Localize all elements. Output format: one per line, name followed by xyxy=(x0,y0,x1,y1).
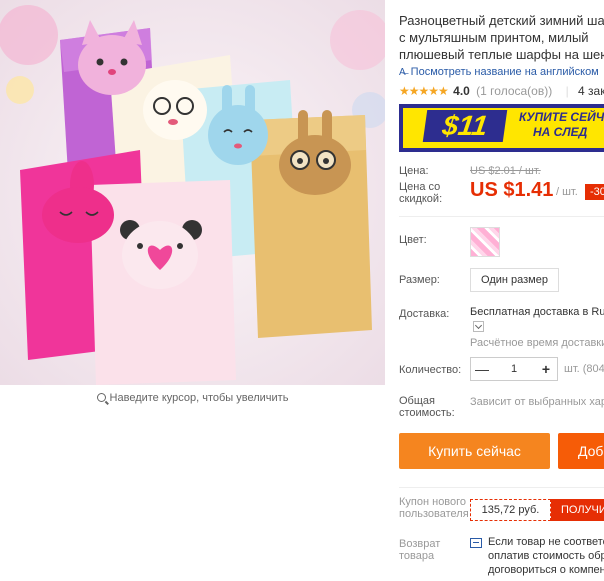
product-title: Разноцветный детский зимний шарф с мульт… xyxy=(399,13,604,62)
current-price: US $1.41 xyxy=(470,179,554,201)
rating-votes-link[interactable]: (1 голоса(ов)) xyxy=(476,84,552,98)
returns-label: Возврат товара xyxy=(399,538,441,562)
promo-text: КУПИТЕ СЕЙЧ НА СЛЕД xyxy=(519,110,604,140)
old-price: US $2.01 / шт. xyxy=(470,165,541,177)
shipping-time: Расчётное время доставки: xyxy=(470,337,604,349)
get-coupon-button[interactable]: ПОЛУЧИ xyxy=(551,499,604,521)
quantity-available: шт. (804 xyxy=(564,363,604,375)
quantity-label: Количество: xyxy=(399,364,462,376)
price-label: Цена: xyxy=(399,165,429,177)
promo-line-2: НА СЛЕД xyxy=(533,125,588,139)
return-policy-icon xyxy=(470,538,482,548)
coupon-label: Купон нового пользователя xyxy=(399,496,469,520)
translate-link-text[interactable]: Посмотреть название на английском xyxy=(411,66,599,78)
rating-row: ★★★★★ 4.0 (1 голоса(ов)) | 4 зака xyxy=(399,84,604,98)
color-label: Цвет: xyxy=(399,234,427,246)
returns-line-2: оплатив стоимость обра xyxy=(488,550,604,562)
magnifier-icon xyxy=(96,393,106,402)
size-label: Размер: xyxy=(399,274,440,286)
quantity-stepper: — 1 + xyxy=(470,357,558,381)
scarves-photo xyxy=(0,0,385,385)
rating-score: 4.0 xyxy=(453,84,470,98)
quantity-minus-button[interactable]: — xyxy=(471,358,493,380)
promo-banner[interactable]: $11 КУПИТЕ СЕЙЧ НА СЛЕД xyxy=(399,104,604,152)
shipping-text: Бесплатная доставка в Ru xyxy=(470,306,604,318)
returns-text: Если товар не соответст оплатив стоимост… xyxy=(488,535,604,577)
coupon-amount: 135,72 руб. xyxy=(470,499,551,521)
promo-amount: $11 xyxy=(422,110,508,142)
quantity-input[interactable]: 1 xyxy=(493,358,535,380)
returns-line-3: договориться о компен xyxy=(488,564,604,576)
size-option-button[interactable]: Один размер xyxy=(470,268,559,292)
shipping-label: Доставка: xyxy=(399,308,450,320)
discount-price-label: Цена со скидкой: xyxy=(399,181,443,205)
orders-count: 4 зака xyxy=(578,84,604,98)
promo-line-1: КУПИТЕ СЕЙЧ xyxy=(519,110,604,124)
zoom-hint-text: Наведите курсор, чтобы увеличить xyxy=(109,392,289,404)
discount-badge: -30% xyxy=(585,184,604,200)
color-swatch[interactable] xyxy=(470,227,500,257)
buy-now-button[interactable]: Купить сейчас xyxy=(399,433,550,469)
rating-stars-icon: ★★★★★ xyxy=(399,84,449,98)
returns-line-1: Если товар не соответст xyxy=(488,536,604,548)
divider xyxy=(399,216,604,217)
chevron-down-icon[interactable] xyxy=(473,321,484,332)
total-label: Общая стоимость: xyxy=(399,395,455,419)
price-unit: / шт. xyxy=(556,186,578,198)
translate-link[interactable]: A̶ Посмотреть название на английском xyxy=(399,66,599,78)
divider xyxy=(399,487,604,488)
rating-divider: | xyxy=(565,84,569,98)
zoom-hint: Наведите курсор, чтобы увеличить xyxy=(0,392,385,404)
add-to-cart-button[interactable]: Доб xyxy=(558,433,604,469)
translate-icon: A̶ xyxy=(399,67,406,78)
product-info: Разноцветный детский зимний шарф с мульт… xyxy=(399,0,604,581)
total-note: Зависит от выбранных хара xyxy=(470,396,604,408)
quantity-plus-button[interactable]: + xyxy=(535,358,557,380)
product-image[interactable] xyxy=(0,0,385,385)
